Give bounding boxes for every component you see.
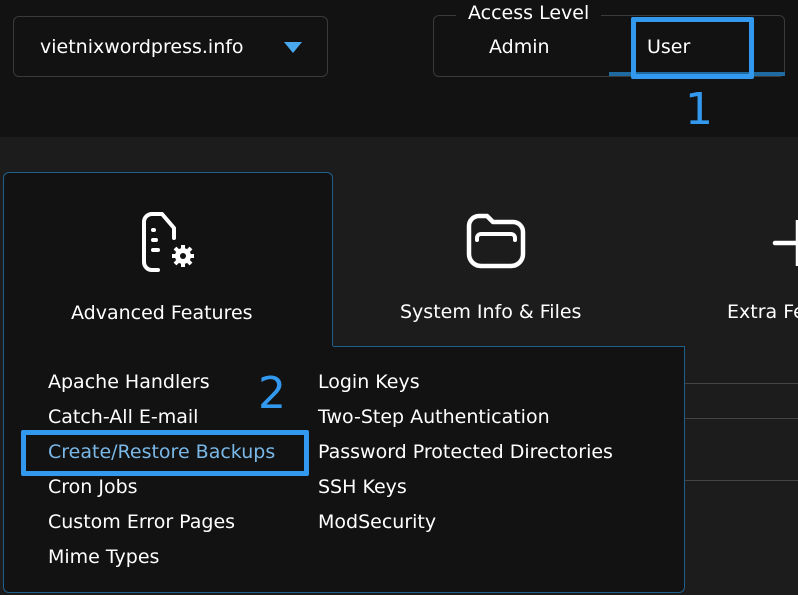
divider	[684, 480, 798, 481]
access-level-legend: Access Level	[456, 2, 602, 24]
divider	[684, 418, 798, 419]
menu-item-mime-types[interactable]: Mime Types	[48, 546, 159, 568]
annotation-box-2	[21, 430, 309, 476]
tile-label: Advanced Features	[71, 302, 253, 324]
tile-label[interactable]: System Info & Files	[400, 301, 581, 323]
access-option-admin[interactable]: Admin	[489, 36, 550, 58]
annotation-box-1	[631, 17, 754, 79]
menu-item-ssh-keys[interactable]: SSH Keys	[318, 476, 407, 498]
menu-item-password-protected-directories[interactable]: Password Protected Directories	[318, 441, 613, 463]
domain-selector-value: vietnixwordpress.info	[40, 35, 244, 58]
divider	[684, 383, 798, 384]
menu-item-cron-jobs[interactable]: Cron Jobs	[48, 476, 138, 498]
document-gear-icon	[142, 212, 194, 272]
menu-item-apache-handlers[interactable]: Apache Handlers	[48, 371, 210, 393]
plus-icon[interactable]	[772, 218, 798, 268]
domain-selector[interactable]: vietnixwordpress.info	[13, 16, 328, 77]
menu-item-modsecurity[interactable]: ModSecurity	[318, 511, 436, 533]
menu-item-custom-error-pages[interactable]: Custom Error Pages	[48, 511, 235, 533]
menu-border	[333, 346, 685, 347]
tile-label[interactable]: Extra Fe	[727, 301, 798, 323]
annotation-number-2: 2	[258, 368, 286, 419]
menu-item-login-keys[interactable]: Login Keys	[318, 371, 420, 393]
caret-down-icon	[284, 42, 302, 53]
menu-item-catch-all-email[interactable]: Catch-All E-mail	[48, 406, 198, 428]
annotation-number-1: 1	[685, 84, 713, 135]
folder-icon[interactable]	[465, 212, 527, 270]
menu-item-two-step-authentication[interactable]: Two-Step Authentication	[318, 406, 550, 428]
